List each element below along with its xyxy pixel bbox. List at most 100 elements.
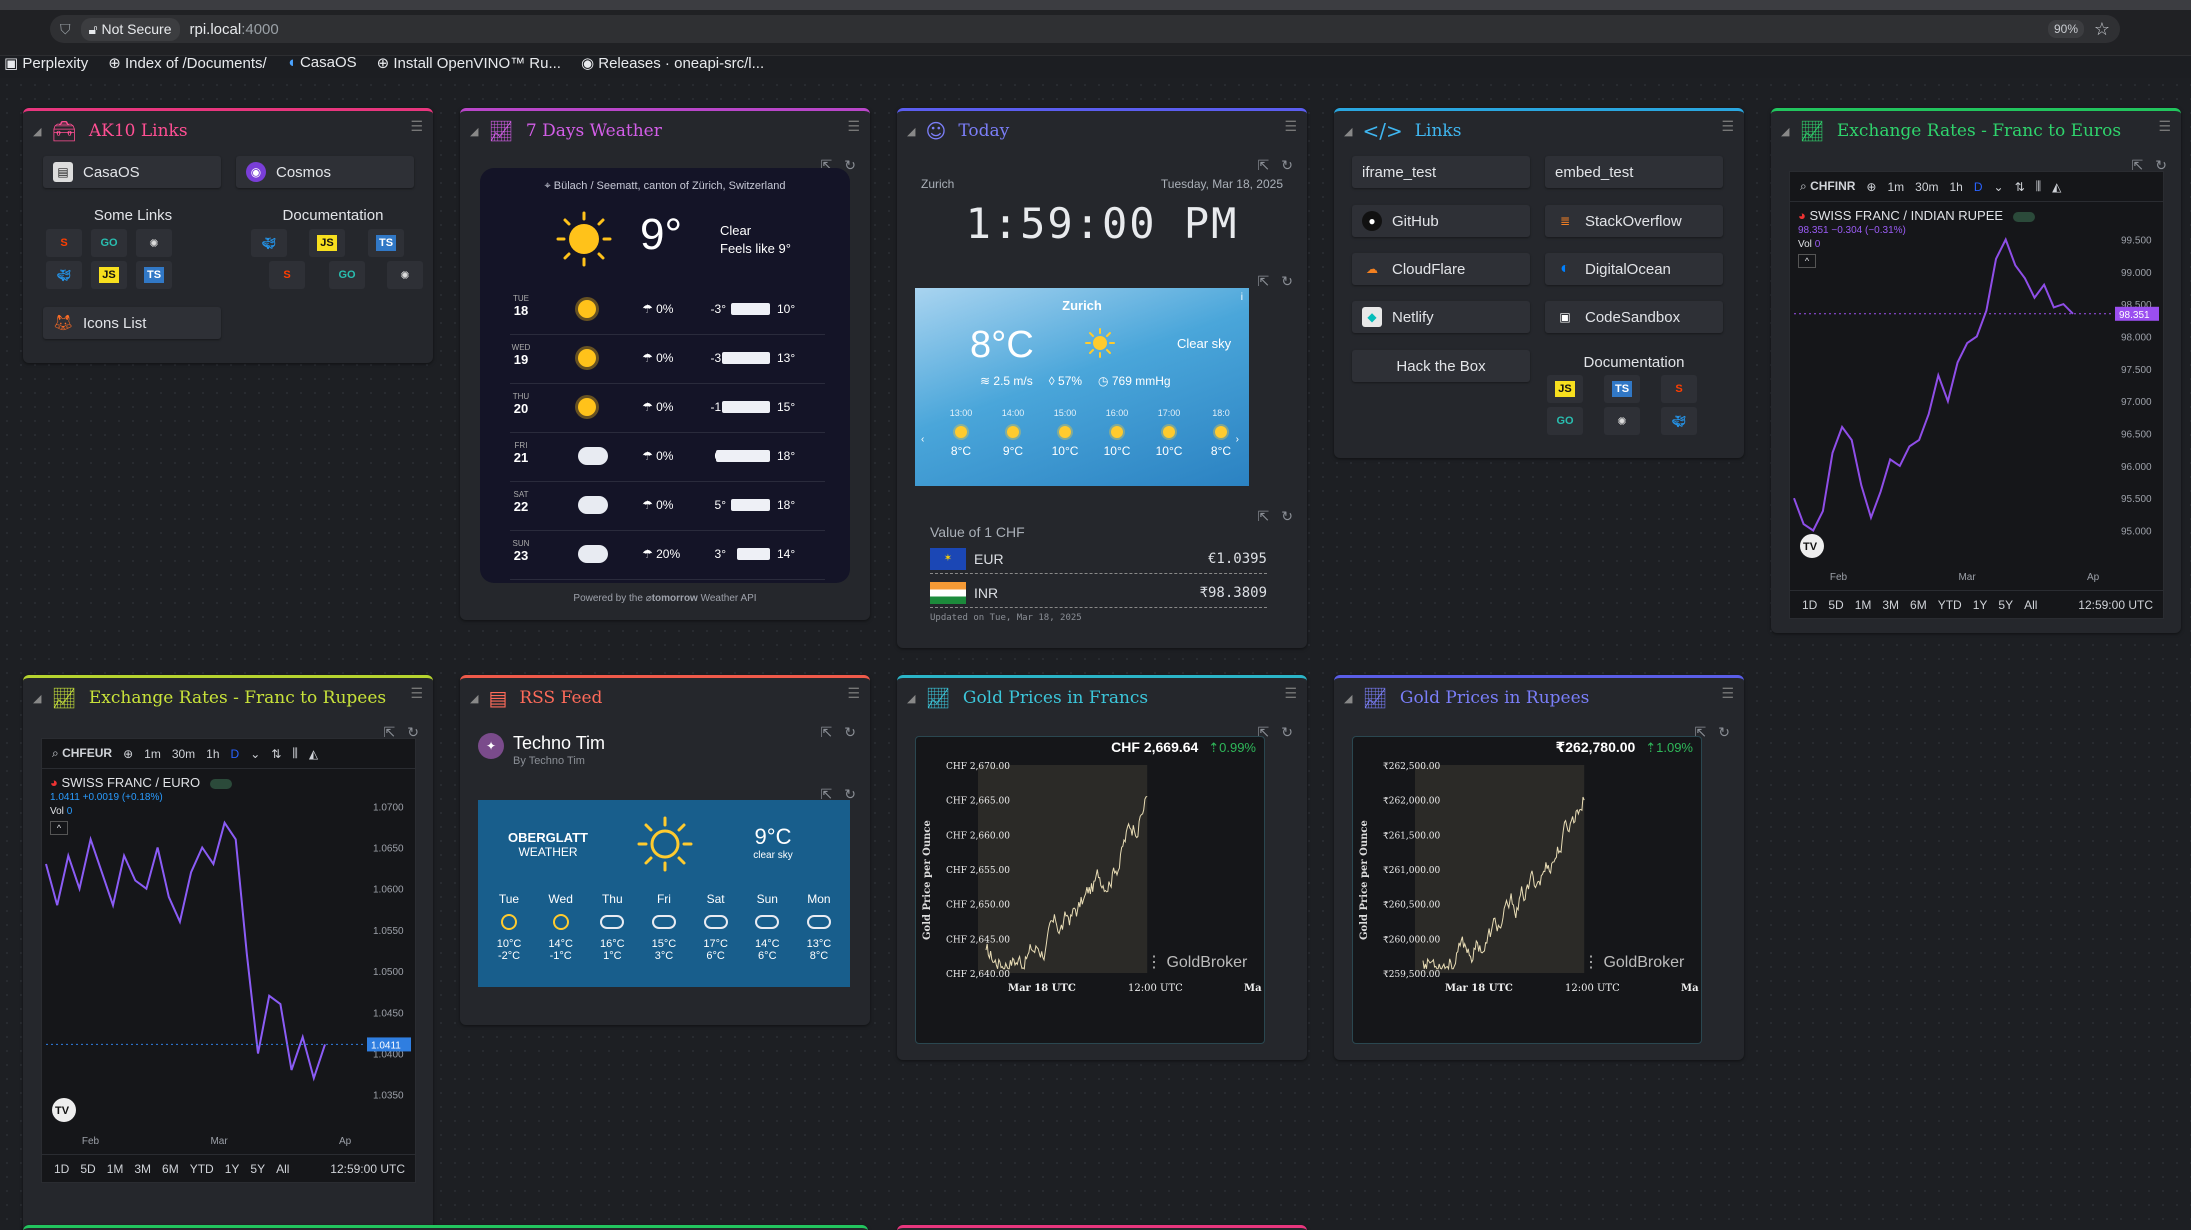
menu-icon[interactable]: ☰ [847, 119, 860, 135]
interval-button[interactable]: 1h [206, 747, 219, 761]
info-icon[interactable]: i [1241, 292, 1243, 303]
tradingview-chart[interactable]: ⌕ CHFEUR ⊕ 1m 30m 1h D ⌄ ⇅ ⫼ ◭ ◕ SWISS FRAN… [41, 738, 416, 1183]
menu-icon[interactable]: ☰ [410, 686, 423, 702]
collapse-icon[interactable]: ◢ [33, 692, 41, 705]
interval-button[interactable]: 30m [1915, 180, 1938, 194]
open-external-icon[interactable]: ⇱ [1258, 273, 1270, 290]
range-button[interactable]: 1D [54, 1162, 69, 1176]
menu-icon[interactable]: ☰ [1284, 686, 1297, 702]
add-symbol-icon[interactable]: ⊕ [1866, 180, 1876, 194]
symbol-search[interactable]: ⌕ CHFEUR [52, 746, 112, 761]
gold-plot[interactable]: Gold Price per Ounce ₹262,500.00 ₹262,000.… [1353, 737, 1701, 1043]
prev-hours-button[interactable]: ‹ [921, 434, 924, 445]
collapse-icon[interactable]: ◢ [470, 692, 478, 705]
javascript-icon[interactable]: JS [1547, 375, 1583, 403]
bookmark-item[interactable]: ◉ Releases · oneapi-src/l... [581, 54, 764, 78]
docker-icon[interactable]: 🐳︎ [46, 261, 82, 289]
bookmark-star-icon[interactable]: ☆ [2094, 19, 2110, 40]
range-button[interactable]: All [276, 1162, 289, 1176]
link-icons-list[interactable]: 🦊︎ Icons List [43, 307, 221, 339]
utc-clock[interactable]: 12:59:00 UTC [330, 1162, 405, 1176]
link-cloudflare[interactable]: ☁ CloudFlare [1352, 253, 1530, 285]
javascript-icon[interactable]: JS [91, 261, 127, 289]
link-casaos[interactable]: ▤ CasaOS [43, 156, 221, 188]
go-icon[interactable]: GO [1547, 407, 1583, 435]
link-embed-test[interactable]: embed_test [1545, 156, 1723, 188]
symbol-search[interactable]: ⌕ CHFINR [1800, 179, 1855, 194]
go-icon[interactable]: GO [91, 229, 127, 257]
menu-icon[interactable]: ☰ [1721, 686, 1734, 702]
range-button[interactable]: 5D [1828, 598, 1843, 612]
range-button[interactable]: 1D [1802, 598, 1817, 612]
bookmark-item[interactable]: ⊕ Install OpenVINO™ Ru... [377, 54, 561, 78]
interval-button[interactable]: D [231, 747, 240, 761]
price-plot[interactable]: 1.0700 1.0650 1.0600 1.0550 1.0500 1.0450 1.04… [42, 769, 415, 1152]
link-cosmos[interactable]: ◉ Cosmos [236, 156, 414, 188]
gold-plot[interactable]: Gold Price per OunceCHF 2,670.00CHF 2,66… [916, 737, 1264, 1043]
refresh-icon[interactable]: ↻ [1281, 273, 1293, 290]
menu-icon[interactable]: ☰ [847, 686, 860, 702]
svelte-icon[interactable]: S [1661, 375, 1697, 403]
gold-chart[interactable]: ₹262,780.00 ⇡1.09% Gold Price per Ounce ₹… [1352, 736, 1702, 1044]
range-button[interactable]: YTD [190, 1162, 214, 1176]
gold-chart[interactable]: CHF 2,669.64 ⇡0.99% Gold Price per Ounce… [915, 736, 1265, 1044]
docker-icon[interactable]: 🐳︎ [251, 229, 287, 257]
svelte-icon[interactable]: S [46, 229, 82, 257]
link-netlify[interactable]: ◆ Netlify [1352, 301, 1530, 333]
range-button[interactable]: 5D [80, 1162, 95, 1176]
openai-icon[interactable]: ✺ [136, 229, 172, 257]
security-badge[interactable]: 🔓︎ Not Secure [80, 17, 180, 41]
compare-icon[interactable]: ⇅ [271, 747, 281, 761]
openai-icon[interactable]: ✺ [387, 261, 423, 289]
typescript-icon[interactable]: TS [1604, 375, 1640, 403]
range-button[interactable]: 1M [1855, 598, 1872, 612]
chevron-down-icon[interactable]: ⌄ [250, 747, 260, 761]
range-button[interactable]: 3M [134, 1162, 151, 1176]
shield-icon[interactable]: ⛉ [60, 21, 71, 38]
compare-icon[interactable]: ⇅ [2015, 180, 2025, 194]
open-external-icon[interactable]: ⇱ [1258, 508, 1270, 525]
collapse-icon[interactable]: ◢ [1344, 692, 1352, 705]
collapse-icon[interactable]: ◢ [907, 692, 915, 705]
javascript-icon[interactable]: JS [309, 229, 345, 257]
collapse-icon[interactable]: ◢ [907, 125, 915, 138]
docker-icon[interactable]: 🐳︎ [1661, 407, 1697, 435]
interval-button[interactable]: 1m [1887, 180, 1904, 194]
range-button[interactable]: 6M [162, 1162, 179, 1176]
range-button[interactable]: 5Y [1998, 598, 2013, 612]
link-github[interactable]: ● GitHub [1352, 205, 1530, 237]
range-button[interactable]: 3M [1882, 598, 1899, 612]
collapse-icon[interactable]: ◢ [1344, 125, 1352, 138]
range-button[interactable]: 1Y [1973, 598, 1988, 612]
collapse-icon[interactable]: ◢ [470, 125, 478, 138]
price-plot[interactable]: 99.50099.00098.50098.00097.50097.00096.5… [1790, 202, 2163, 588]
candles-icon[interactable]: ⫼ [2036, 179, 2042, 194]
menu-icon[interactable]: ☰ [1721, 119, 1734, 135]
area-chart-icon[interactable]: ◭ [2052, 180, 2061, 194]
interval-button[interactable]: 1h [1949, 180, 1962, 194]
typescript-icon[interactable]: TS [136, 261, 172, 289]
menu-icon[interactable]: ☰ [1284, 119, 1297, 135]
openai-icon[interactable]: ✺ [1604, 407, 1640, 435]
link-stackoverflow[interactable]: ≣ StackOverflow [1545, 205, 1723, 237]
url-port[interactable]: :4000 [241, 21, 279, 38]
collapse-icon[interactable]: ◢ [33, 125, 41, 138]
interval-button[interactable]: 1m [144, 747, 161, 761]
tradingview-chart[interactable]: ⌕ CHFINR ⊕ 1m 30m 1h D ⌄ ⇅ ⫼ ◭ ◕ SWISS FRAN… [1789, 171, 2164, 619]
link-iframe-test[interactable]: iframe_test [1352, 156, 1530, 188]
refresh-icon[interactable]: ↻ [1718, 724, 1730, 741]
range-button[interactable]: YTD [1938, 598, 1962, 612]
link-hack-the-box[interactable]: Hack the Box [1352, 350, 1530, 382]
refresh-icon[interactable]: ↻ [844, 724, 856, 741]
add-symbol-icon[interactable]: ⊕ [123, 747, 133, 761]
bookmark-item[interactable]: ▣ Perplexity [4, 54, 88, 78]
range-button[interactable]: 1M [107, 1162, 124, 1176]
open-external-icon[interactable]: ⇱ [821, 724, 833, 741]
svelte-icon[interactable]: S [269, 261, 305, 289]
link-codesandbox[interactable]: ▣ CodeSandbox [1545, 301, 1723, 333]
bookmark-item[interactable]: ◖ CasaOS [287, 54, 357, 78]
zoom-badge[interactable]: 90% [2047, 20, 2084, 38]
bookmark-item[interactable]: ⊕ Index of /Documents/ [108, 54, 267, 78]
address-bar[interactable]: ⛉ 🔓︎ Not Secure rpi.local:4000 90% ☆ [50, 15, 2120, 43]
menu-icon[interactable]: ☰ [2158, 119, 2171, 135]
